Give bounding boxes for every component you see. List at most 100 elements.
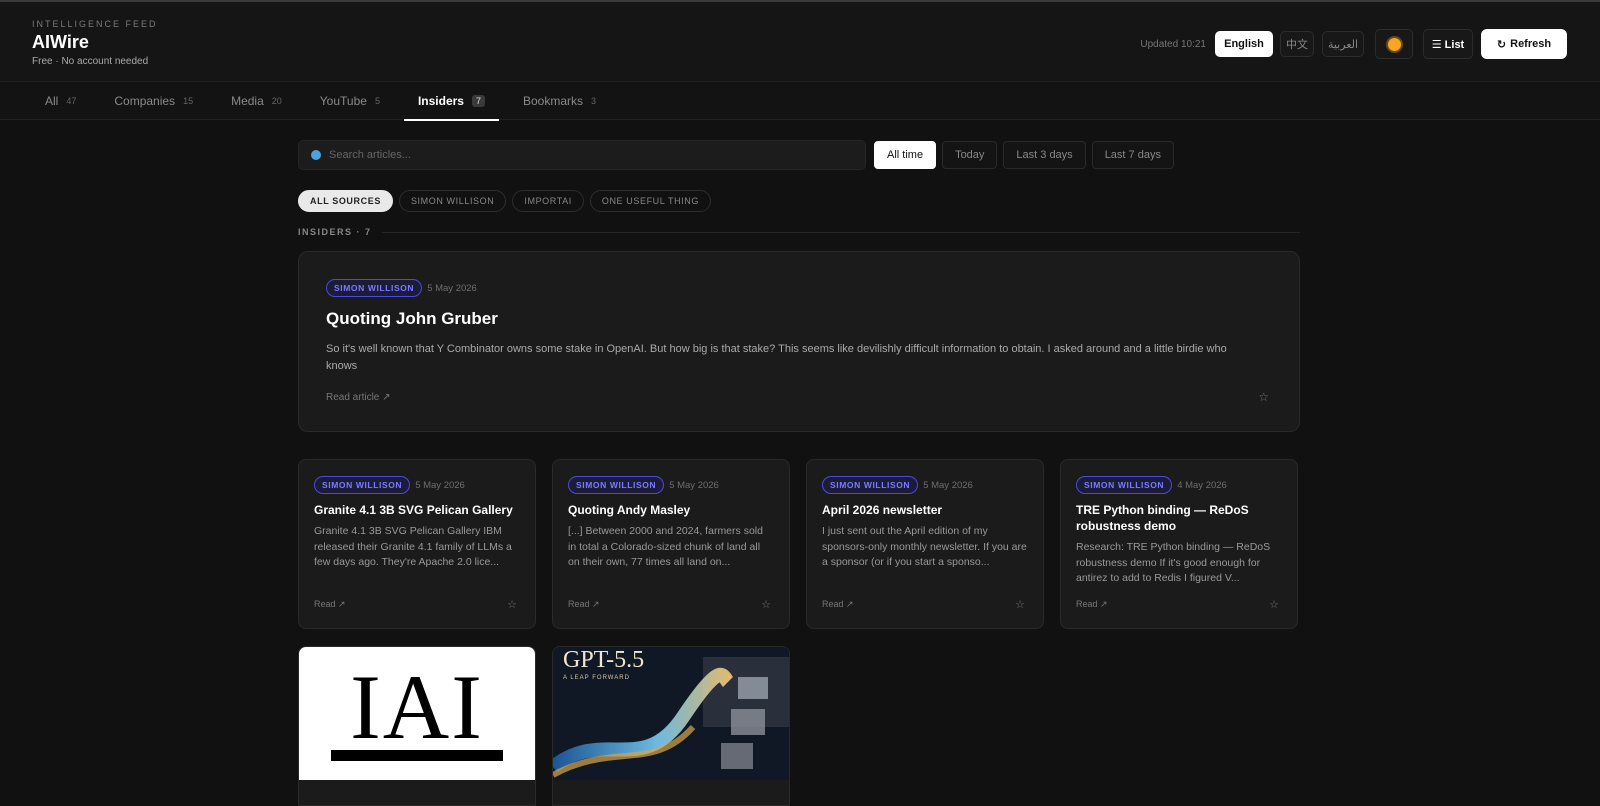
article-excerpt: I just sent out the April edition of my …: [822, 525, 1027, 568]
section-header: INSIDERS · 7: [298, 225, 1300, 239]
tab-label: Insiders: [417, 94, 464, 108]
article-card[interactable]: SIMON WILLISON 4 May 2026 TRE Python bin…: [1060, 459, 1298, 629]
tab-count: 20: [271, 96, 282, 106]
article-meta: SIMON WILLISON 5 May 2026: [568, 476, 774, 494]
tab-label: Media: [231, 94, 264, 108]
tab-bookmarks[interactable]: Bookmarks 3: [509, 82, 610, 120]
list-view-button[interactable]: ☰ List: [1423, 29, 1473, 59]
importai-logo-image: IAI: [299, 647, 535, 780]
source-badge: SIMON WILLISON: [568, 476, 665, 494]
tab-media[interactable]: Media 20: [217, 82, 296, 120]
gpt-cover-title: GPT-5.5: [563, 647, 645, 673]
section-divider: [381, 231, 1300, 233]
tab-count: 3: [591, 96, 597, 106]
brand: INTELLIGENCE FEED AIWire Free · No accou…: [32, 19, 158, 67]
tab-label: YouTube: [319, 94, 367, 108]
source-filters: ALL SOURCES SIMON WILLISON IMPORTAI ONE …: [298, 190, 1300, 212]
article-excerpt: Research: TRE Python binding — ReDoS rob…: [1076, 541, 1271, 584]
search-icon: [311, 150, 321, 160]
article-title[interactable]: April 2026 newsletter: [822, 502, 1028, 518]
source-badge: SIMON WILLISON: [1076, 476, 1173, 494]
source-chip-all[interactable]: ALL SOURCES: [298, 190, 393, 212]
article-title[interactable]: TRE Python binding — ReDoS robustness de…: [1076, 502, 1282, 534]
search-input[interactable]: [329, 149, 829, 161]
main-content: All time Today Last 3 days Last 7 days A…: [298, 140, 1300, 806]
language-english-button[interactable]: English: [1215, 31, 1273, 57]
article-date: 5 May 2026: [427, 282, 477, 294]
read-link[interactable]: Read ↗: [1076, 599, 1108, 610]
featured-article[interactable]: SIMON WILLISON 5 May 2026 Quoting John G…: [298, 251, 1300, 432]
article-title[interactable]: Quoting John Gruber: [326, 309, 1272, 329]
tab-label: All: [45, 94, 59, 108]
bookmark-star-icon[interactable]: ☆: [1269, 598, 1279, 611]
article-date: 5 May 2026: [669, 479, 719, 491]
source-chip-simon-willison[interactable]: SIMON WILLISON: [398, 190, 507, 212]
importai-logo-text: IAI: [350, 656, 484, 758]
article-card[interactable]: SIMON WILLISON 5 May 2026 April 2026 new…: [806, 459, 1044, 629]
bookmark-star-icon[interactable]: ☆: [1015, 598, 1025, 611]
range-last-3-days[interactable]: Last 3 days: [1003, 141, 1086, 169]
logo-underline: [331, 750, 503, 761]
brand-eyebrow: INTELLIGENCE FEED: [32, 19, 158, 29]
read-article-link[interactable]: Read article ↗: [326, 392, 391, 403]
brand-tagline: Free · No account needed: [32, 56, 149, 67]
read-link[interactable]: Read ↗: [822, 599, 854, 610]
range-all-time[interactable]: All time: [874, 141, 937, 169]
tab-label: Companies: [114, 94, 176, 108]
sun-icon: [1387, 37, 1401, 51]
source-badge: SIMON WILLISON: [326, 279, 423, 297]
tab-count: 7: [471, 95, 485, 107]
updated-time: Updated 10:21: [1140, 38, 1206, 50]
read-link[interactable]: Read ↗: [314, 599, 346, 610]
image-card-grid: IAI GPT-5.5 A LEAP FORWARD: [298, 646, 1300, 806]
source-badge: SIMON WILLISON: [314, 476, 411, 494]
tab-count: 15: [183, 96, 194, 106]
article-date: 4 May 2026: [1177, 479, 1227, 491]
article-meta: SIMON WILLISON 4 May 2026: [1076, 476, 1282, 494]
image-article-card[interactable]: GPT-5.5 A LEAP FORWARD: [552, 646, 790, 806]
bookmark-star-icon[interactable]: ☆: [761, 598, 771, 611]
range-last-7-days[interactable]: Last 7 days: [1091, 141, 1174, 169]
search-row: All time Today Last 3 days Last 7 days: [298, 140, 1300, 170]
article-card[interactable]: SIMON WILLISON 5 May 2026 Quoting Andy M…: [552, 459, 790, 629]
article-excerpt: [...] Between 2000 and 2024, farmers sol…: [568, 525, 763, 568]
article-date: 5 May 2026: [923, 479, 973, 491]
article-date: 5 May 2026: [415, 479, 465, 491]
category-tabs: All 47 Companies 15 Media 20 YouTube 5 Insid…: [0, 82, 1600, 121]
theme-toggle-button[interactable]: [1375, 29, 1413, 59]
bookmark-star-icon[interactable]: ☆: [1258, 390, 1269, 404]
article-title[interactable]: Granite 4.1 3B SVG Pelican Gallery: [314, 502, 520, 518]
refresh-icon: ↻: [1496, 38, 1507, 51]
article-title[interactable]: Quoting Andy Masley: [568, 502, 774, 518]
search-box: [298, 140, 866, 170]
article-meta: SIMON WILLISON 5 May 2026: [822, 476, 1028, 494]
refresh-button[interactable]: ↻ Refresh: [1481, 29, 1567, 59]
section-label: INSIDERS · 7: [298, 227, 372, 237]
tab-count: 47: [66, 96, 77, 106]
gpt-cover-subtitle: A LEAP FORWARD: [563, 675, 630, 681]
read-link[interactable]: Read ↗: [568, 599, 600, 610]
source-chip-importai[interactable]: IMPORTAI: [512, 190, 584, 212]
source-chip-one-useful-thing[interactable]: ONE USEFUL THING: [589, 190, 711, 212]
article-excerpt: So it's well known that Y Combinator own…: [326, 343, 1227, 372]
refresh-label: Refresh: [1510, 38, 1552, 50]
tab-companies[interactable]: Companies 15: [100, 82, 207, 120]
image-article-card[interactable]: IAI: [298, 646, 536, 806]
gpt-cover-image: GPT-5.5 A LEAP FORWARD: [553, 647, 789, 780]
source-badge: SIMON WILLISON: [822, 476, 919, 494]
tab-youtube[interactable]: YouTube 5: [306, 82, 394, 120]
article-card[interactable]: SIMON WILLISON 5 May 2026 Granite 4.1 3B…: [298, 459, 536, 629]
article-excerpt: Granite 4.1 3B SVG Pelican Gallery IBM r…: [314, 525, 512, 568]
language-arabic-button[interactable]: العربية: [1322, 31, 1364, 57]
bookmark-star-icon[interactable]: ☆: [507, 598, 517, 611]
tab-all[interactable]: All 47: [31, 82, 90, 120]
app-name: AIWire: [32, 32, 89, 52]
article-meta: SIMON WILLISON 5 May 2026: [314, 476, 520, 494]
tab-count: 5: [374, 96, 380, 106]
tab-insiders[interactable]: Insiders 7: [403, 82, 500, 121]
tab-label: Bookmarks: [523, 94, 584, 108]
header-actions: Updated 10:21 English 中文 العربية ☰ List …: [1140, 29, 1567, 59]
app-header: INTELLIGENCE FEED AIWire Free · No accou…: [0, 2, 1600, 82]
range-today[interactable]: Today: [942, 141, 998, 169]
language-chinese-button[interactable]: 中文: [1280, 31, 1314, 57]
